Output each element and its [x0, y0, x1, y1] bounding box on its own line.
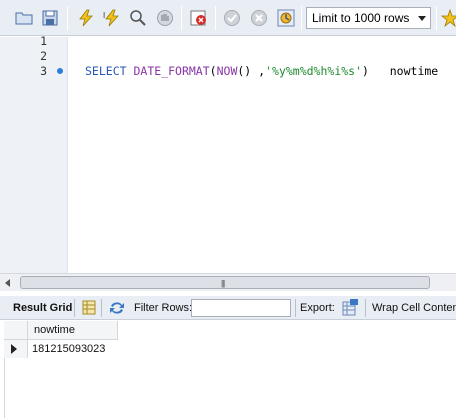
sql-function: DATE_FORMAT	[133, 64, 210, 78]
rollback-icon	[251, 10, 267, 26]
refresh-button[interactable]	[108, 300, 126, 319]
line-number: 1	[40, 34, 47, 48]
sql-editor-toolbar: I Limit to 1000 rows	[0, 0, 456, 36]
grid-corner	[4, 321, 28, 340]
autocommit-button[interactable]	[275, 7, 297, 29]
svg-text:I: I	[103, 11, 105, 20]
autocommit-icon	[277, 9, 295, 27]
code-line-3[interactable]: SELECT DATE_FORMAT(NOW() ,'%y%m%d%h%i%s'…	[85, 64, 438, 78]
commit-icon	[224, 10, 240, 26]
chevron-down-icon	[418, 16, 426, 21]
statement-marker-icon	[57, 68, 63, 74]
sql-function-now: NOW	[216, 64, 238, 78]
export-button[interactable]	[342, 299, 358, 319]
sql-keyword: SELECT	[85, 64, 127, 78]
grid-view-button[interactable]	[82, 300, 96, 318]
filter-rows-input[interactable]	[191, 299, 291, 317]
limit-rows-value: Limit to 1000 rows	[312, 11, 410, 25]
export-icon	[342, 299, 358, 316]
table-cell[interactable]: 181215093023	[28, 340, 118, 358]
current-row-icon	[11, 344, 17, 354]
execute-current-icon: I	[103, 9, 119, 27]
horizontal-scrollbar[interactable]: |||	[0, 273, 456, 291]
column-header[interactable]: nowtime	[28, 321, 118, 340]
sql-alias: nowtime	[389, 64, 439, 78]
result-grid: nowtime 181215093023	[0, 321, 456, 418]
line-number: 3	[40, 64, 47, 78]
sql-paren: (	[209, 64, 217, 78]
explain-button[interactable]	[127, 7, 149, 29]
wrap-cell-content-label[interactable]: Wrap Cell Content	[372, 302, 456, 314]
stop-icon	[157, 10, 173, 26]
export-label: Export:	[300, 302, 335, 314]
row-selector[interactable]	[4, 340, 28, 358]
results-toolbar: Result Grid Filter Rows: Export: Wrap Ce…	[0, 296, 456, 320]
open-file-button[interactable]	[13, 7, 35, 29]
sql-string: '%y%m%d%h%i%s'	[265, 64, 363, 78]
commit-button[interactable]	[221, 7, 243, 29]
line-number: 2	[40, 49, 47, 63]
execute-button[interactable]	[75, 7, 97, 29]
line-number-gutter: 1 2 3	[0, 34, 68, 273]
stop-button[interactable]	[154, 7, 176, 29]
limit-rows-select[interactable]: Limit to 1000 rows	[306, 7, 431, 29]
filter-rows-label: Filter Rows:	[134, 302, 193, 314]
execute-icon	[79, 9, 93, 27]
toggle-error-icon	[190, 10, 206, 26]
beautify-button[interactable]	[441, 7, 456, 29]
sql-editor[interactable]: 1 2 3 SELECT DATE_FORMAT(NOW() ,'%y%m%d%…	[0, 34, 456, 273]
toggle-error-button[interactable]	[188, 7, 210, 29]
scrollbar-thumb[interactable]: |||	[20, 276, 430, 289]
sql-paren: )	[362, 64, 369, 78]
rollback-button[interactable]	[248, 7, 270, 29]
scroll-left-icon[interactable]	[5, 279, 10, 287]
grid-view-icon	[82, 300, 96, 315]
beautify-icon	[441, 9, 456, 27]
grip-icon: |||	[221, 279, 225, 288]
sql-paren: ()	[237, 64, 252, 78]
open-folder-icon	[15, 12, 33, 25]
explain-icon	[130, 10, 146, 26]
execute-current-button[interactable]: I	[101, 7, 123, 29]
sql-comma: ,	[251, 64, 266, 78]
save-icon	[42, 10, 58, 26]
refresh-icon	[110, 302, 124, 314]
result-grid-tab[interactable]: Result Grid	[13, 302, 72, 314]
save-button[interactable]	[39, 7, 61, 29]
